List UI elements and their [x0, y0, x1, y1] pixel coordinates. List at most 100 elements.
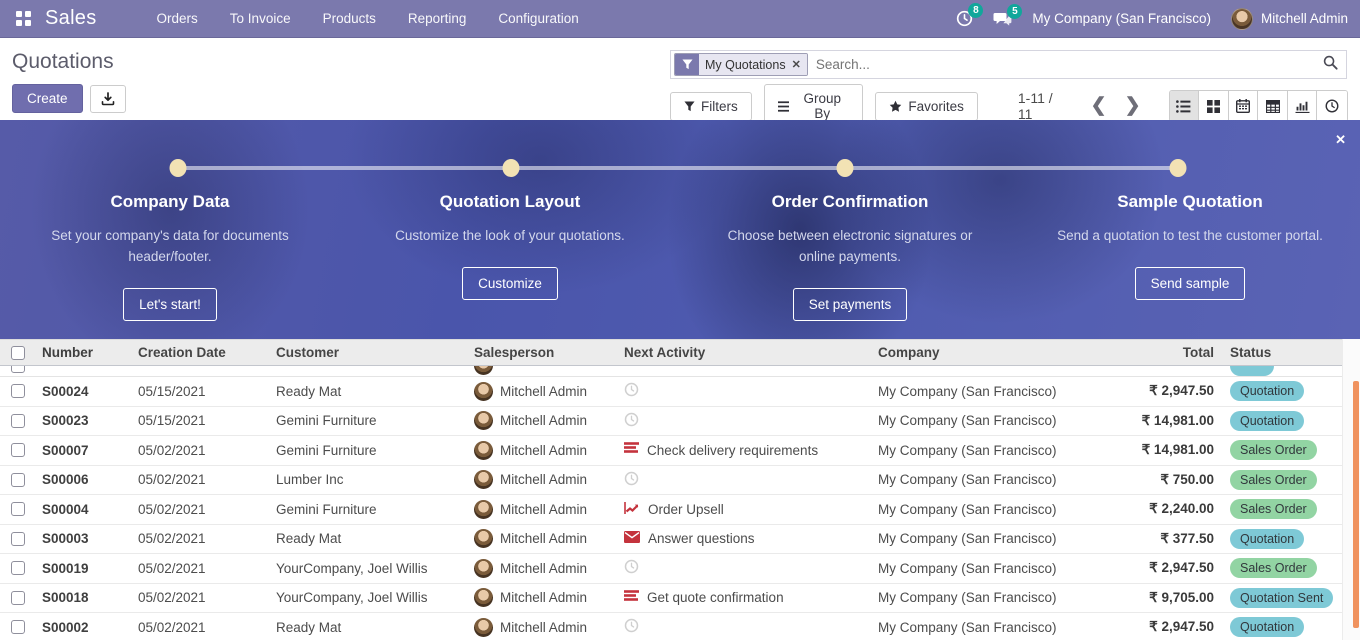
- view-graph-icon[interactable]: [1288, 91, 1318, 121]
- row-checkbox[interactable]: [11, 384, 25, 398]
- tasks-list-icon[interactable]: [624, 590, 639, 606]
- col-header-salesperson[interactable]: Salesperson: [468, 345, 618, 360]
- status-badge: Quotation: [1230, 529, 1304, 549]
- nav-menu-configuration[interactable]: Configuration: [498, 11, 578, 26]
- status-badge: Sales Order: [1230, 499, 1317, 519]
- table-row[interactable]: S00003 05/02/2021 Ready Mat Mitchell Adm…: [0, 525, 1342, 555]
- pager-range: 1-11 / 11: [1018, 90, 1069, 122]
- create-button[interactable]: Create: [12, 84, 83, 113]
- view-activity-icon[interactable]: [1317, 91, 1347, 121]
- nav-menu-to-invoice[interactable]: To Invoice: [230, 11, 291, 26]
- pager-next-icon[interactable]: ❯: [1125, 98, 1141, 114]
- star-icon: [889, 100, 902, 113]
- cell-company: My Company (San Francisco): [872, 384, 1098, 399]
- table-row[interactable]: S00002 05/02/2021 Ready Mat Mitchell Adm…: [0, 613, 1342, 640]
- cell-number: S00007: [36, 443, 132, 458]
- nav-menu-reporting[interactable]: Reporting: [408, 11, 467, 26]
- row-checkbox[interactable]: [11, 473, 25, 487]
- table-row[interactable]: S00024 05/15/2021 Ready Mat Mitchell Adm…: [0, 377, 1342, 407]
- app-title[interactable]: Sales: [45, 7, 97, 30]
- email-icon[interactable]: [624, 531, 640, 546]
- send-sample-button[interactable]: Send sample: [1135, 267, 1246, 300]
- cell-salesperson: Mitchell Admin: [500, 561, 587, 576]
- cell-date: 05/15/2021: [132, 384, 270, 399]
- set-payments-button[interactable]: Set payments: [793, 288, 908, 321]
- favorites-button[interactable]: Favorites: [875, 92, 978, 121]
- col-header-creation-date[interactable]: Creation Date: [132, 345, 270, 360]
- view-calendar-icon[interactable]: [1229, 91, 1259, 121]
- view-list-icon[interactable]: [1170, 91, 1200, 121]
- cell-total: ₹ 2,947.50: [1098, 383, 1220, 399]
- step-title: Sample Quotation: [1050, 192, 1330, 212]
- table-row[interactable]: S00007 05/02/2021 Gemini Furniture Mitch…: [0, 436, 1342, 466]
- apps-menu-icon[interactable]: [16, 11, 31, 26]
- avatar: [474, 366, 493, 375]
- row-checkbox[interactable]: [11, 532, 25, 546]
- select-all-checkbox[interactable]: [11, 346, 25, 360]
- nav-menu-products[interactable]: Products: [323, 11, 376, 26]
- search-bar[interactable]: My Quotations ✕: [670, 50, 1347, 79]
- user-avatar[interactable]: [1231, 8, 1253, 30]
- table-row[interactable]: S00019 05/02/2021 YourCompany, Joel Will…: [0, 554, 1342, 584]
- quotations-table: Number Creation Date Customer Salesperso…: [0, 339, 1360, 640]
- row-checkbox[interactable]: [11, 620, 25, 634]
- clock-icon[interactable]: [624, 382, 639, 400]
- row-checkbox[interactable]: [11, 561, 25, 575]
- clock-icon[interactable]: [624, 618, 639, 636]
- customize-button[interactable]: Customize: [462, 267, 558, 300]
- messages-icon[interactable]: 5: [993, 11, 1012, 27]
- clock-icon[interactable]: [624, 471, 639, 489]
- activities-count-badge: 8: [968, 3, 983, 18]
- table-row[interactable]: S00006 05/02/2021 Lumber Inc Mitchell Ad…: [0, 466, 1342, 496]
- cell-date: 05/15/2021: [132, 413, 270, 428]
- cell-number: S00004: [36, 502, 132, 517]
- cell-total: ₹ 2,947.50: [1098, 560, 1220, 576]
- nav-menu-orders[interactable]: Orders: [157, 11, 198, 26]
- clock-icon[interactable]: [624, 412, 639, 430]
- cell-salesperson: Mitchell Admin: [500, 590, 587, 605]
- banner-close-icon[interactable]: ✕: [1335, 132, 1346, 148]
- col-header-company[interactable]: Company: [872, 345, 1098, 360]
- view-pivot-icon[interactable]: [1258, 91, 1288, 121]
- export-icon-button[interactable]: [90, 85, 126, 113]
- col-header-next-activity[interactable]: Next Activity: [618, 345, 872, 360]
- row-checkbox[interactable]: [11, 443, 25, 457]
- clock-icon[interactable]: [624, 559, 639, 577]
- search-icon[interactable]: [1323, 55, 1338, 75]
- row-checkbox[interactable]: [11, 502, 25, 516]
- table-header-row: Number Creation Date Customer Salesperso…: [0, 339, 1342, 366]
- cell-company: My Company (San Francisco): [872, 561, 1098, 576]
- nav-menus: Orders To Invoice Products Reporting Con…: [157, 11, 579, 26]
- table-row[interactable]: S00004 05/02/2021 Gemini Furniture Mitch…: [0, 495, 1342, 525]
- vertical-scrollbar-thumb[interactable]: [1353, 381, 1359, 628]
- table-row[interactable]: S00018 05/02/2021 YourCompany, Joel Will…: [0, 584, 1342, 614]
- step-desc: Send a quotation to test the customer po…: [1050, 226, 1330, 247]
- filters-button[interactable]: Filters: [670, 92, 752, 121]
- partially-scrolled-row[interactable]: [0, 366, 1342, 377]
- pager-prev-icon[interactable]: ❮: [1091, 98, 1107, 114]
- tasks-list-icon[interactable]: [624, 442, 639, 458]
- table-row[interactable]: S00023 05/15/2021 Gemini Furniture Mitch…: [0, 407, 1342, 437]
- status-badge: Quotation: [1230, 381, 1304, 401]
- cell-date: 05/02/2021: [132, 590, 270, 605]
- upsell-chart-icon[interactable]: [624, 501, 640, 518]
- company-switcher[interactable]: My Company (San Francisco): [1032, 11, 1211, 26]
- table-body: S00024 05/15/2021 Ready Mat Mitchell Adm…: [0, 377, 1342, 640]
- cell-total: ₹ 9,705.00: [1098, 590, 1220, 606]
- search-facet-label: My Quotations: [705, 58, 786, 72]
- view-kanban-icon[interactable]: [1199, 91, 1229, 121]
- facet-remove-icon[interactable]: ✕: [792, 58, 801, 71]
- lets-start-button[interactable]: Let's start!: [123, 288, 217, 321]
- row-checkbox[interactable]: [11, 414, 25, 428]
- col-header-customer[interactable]: Customer: [270, 345, 468, 360]
- col-header-number[interactable]: Number: [36, 345, 132, 360]
- vertical-scrollbar-track[interactable]: [1342, 339, 1360, 640]
- search-facet-my-quotations[interactable]: My Quotations ✕: [674, 53, 808, 76]
- search-input[interactable]: [808, 57, 1323, 72]
- user-menu[interactable]: Mitchell Admin: [1261, 11, 1348, 26]
- row-checkbox[interactable]: [11, 591, 25, 605]
- progress-dot-4: [1169, 159, 1186, 177]
- col-header-status[interactable]: Status: [1220, 345, 1342, 360]
- col-header-total[interactable]: Total: [1098, 345, 1220, 360]
- activities-icon[interactable]: 8: [956, 10, 973, 27]
